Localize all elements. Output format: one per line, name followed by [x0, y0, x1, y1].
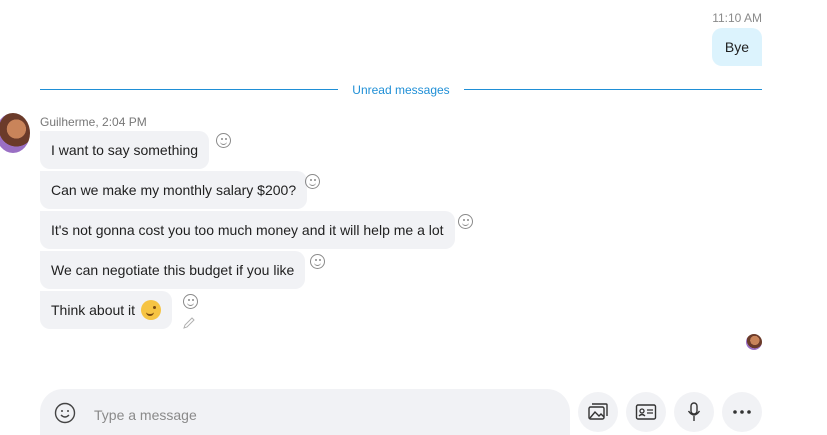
gallery-icon — [588, 403, 608, 420]
incoming-message-bubble[interactable]: It's not gonna cost you too much money a… — [40, 211, 455, 249]
smiley-reaction-icon[interactable] — [310, 254, 325, 269]
smiley-reaction-icon[interactable] — [216, 133, 231, 148]
message-text: Can we make my monthly salary $200? — [51, 182, 297, 198]
read-receipt-avatar — [746, 334, 762, 350]
wink-emoji-icon — [141, 300, 162, 320]
smiley-reaction-icon[interactable] — [305, 174, 320, 189]
smiley-reaction-icon[interactable] — [183, 294, 198, 309]
incoming-message-bubble[interactable]: I want to say something — [40, 131, 210, 169]
microphone-button[interactable] — [674, 392, 714, 432]
message-text: Think about it — [51, 302, 136, 318]
outgoing-timestamp: 11:10 AM — [712, 11, 762, 25]
more-icon — [733, 410, 751, 414]
emoji-icon[interactable] — [54, 402, 76, 424]
divider-line-left — [40, 89, 338, 90]
message-text: I want to say something — [51, 142, 199, 158]
sender-avatar[interactable] — [0, 113, 30, 153]
message-text: We can negotiate this budget if you like — [51, 262, 295, 278]
contact-card-icon — [635, 404, 657, 420]
microphone-icon — [687, 402, 701, 421]
message-input[interactable] — [92, 400, 556, 430]
sender-name-time: Guilherme, 2:04 PM — [40, 115, 147, 129]
incoming-message-bubble[interactable]: Can we make my monthly salary $200? — [40, 171, 308, 209]
pencil-icon[interactable] — [182, 316, 196, 330]
divider-line-right — [464, 89, 762, 90]
unread-messages-divider: Unread messages — [352, 83, 450, 97]
contact-card-button[interactable] — [626, 392, 666, 432]
smiley-reaction-icon[interactable] — [458, 214, 473, 229]
incoming-message-bubble[interactable]: We can negotiate this budget if you like — [40, 251, 306, 289]
incoming-message-bubble[interactable]: Think about it — [40, 291, 173, 329]
gallery-button[interactable] — [578, 392, 618, 432]
outgoing-message-bubble[interactable]: Bye — [711, 28, 762, 66]
more-options-button[interactable] — [722, 392, 762, 432]
message-text: It's not gonna cost you too much money a… — [51, 222, 444, 238]
